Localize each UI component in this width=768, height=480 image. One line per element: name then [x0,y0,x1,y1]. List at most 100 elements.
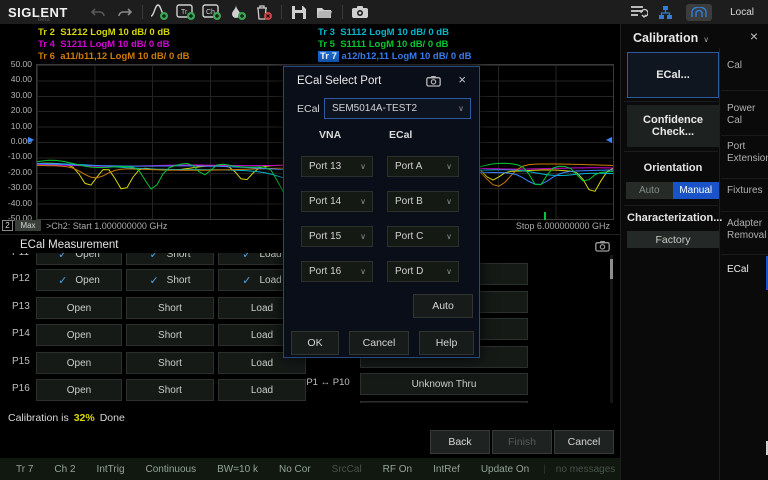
top-toolbar: SIGLENT beta Tr Ch Local [0,0,768,24]
channel-number-badge[interactable]: 2 [2,220,13,231]
ecal-column-header: ECal [389,129,413,141]
vna-port-select[interactable]: Port 13 ∨ [301,156,373,177]
unknown-thru-button[interactable]: Unknown Thru [360,373,528,395]
chevron-down-icon: ∨ [446,197,452,206]
local-mode-label[interactable]: Local [730,7,754,18]
chevron-down-icon: ∨ [446,267,452,276]
status-reference: IntRef [433,463,460,475]
check-icon: ✓ [58,253,68,261]
undo-button[interactable] [86,1,112,23]
vna-port-select[interactable]: Port 14 ∨ [301,191,373,212]
factory-select[interactable]: Factory [627,231,719,248]
legend-trace-3[interactable]: Tr 3 S1112 LogM 10 dB/ 0 dB [318,27,449,38]
status-trigger: IntTrig [96,463,125,475]
redo-icon [118,7,133,16]
y-axis-tick: 40.00 [10,74,32,85]
camera-icon [351,6,368,18]
sidebar-close-button[interactable]: × [750,28,758,44]
add-channel-button[interactable]: Ch [199,1,225,23]
redo-button[interactable] [112,1,138,23]
delete-button[interactable] [251,1,277,23]
dialog-close-button[interactable]: × [458,72,466,87]
ecal-button[interactable]: ECal... [627,52,719,98]
help-button[interactable]: Help [419,331,474,355]
network-button[interactable] [652,1,678,23]
auto-button[interactable]: Auto [413,294,473,318]
sweep-marker [544,212,546,220]
chevron-down-icon: ∨ [360,162,366,171]
legend-trace-7-active[interactable]: Tr 7 a12/b12,11 LogM 10 dB/ 0 dB [318,51,471,62]
characterization-label[interactable]: Characterization... [627,212,722,224]
sidebar-divider [624,205,718,206]
y-axis-tick: -30.00 [7,182,32,193]
section-title: ECal Measurement [20,239,119,251]
add-function-button[interactable] [147,1,173,23]
svg-text:Tr: Tr [181,9,188,16]
tab-divider [721,90,768,91]
tab-ecal-active[interactable]: ECal [727,264,767,276]
sidebar-divider-vertical [719,48,720,480]
ecal-port-select[interactable]: Port B ∨ [387,191,459,212]
table-scrollbar[interactable] [610,255,613,403]
status-bandwidth: BW=10 k [217,463,258,475]
ecal-port-select[interactable]: Port D ∨ [387,261,459,282]
y-axis-tick: 10.00 [10,120,32,131]
open-file-button[interactable] [312,1,338,23]
stop-frequency-label: Stop 6.000000000 GHz [515,221,610,231]
save-button[interactable] [286,1,312,23]
ecal-field-label: ECal [297,103,320,115]
add-marker-button[interactable] [225,1,251,23]
tab-cal[interactable]: Cal [727,60,767,72]
tab-divider [721,135,768,136]
tab-power-cal[interactable]: Power Cal [727,103,767,127]
finish-button[interactable]: Finish [492,430,552,454]
y-axis-tick: -10.00 [7,151,32,162]
ecal-port-select[interactable]: Port C ∨ [387,226,459,247]
tab-port-extension[interactable]: Port Extension [727,141,768,165]
status-update: Update On [480,463,530,475]
legend-trace-2[interactable]: Tr 2 S1212 LogM 10 dB/ 0 dB [38,27,170,38]
tab-fixtures[interactable]: Fixtures [727,185,767,197]
chevron-down-icon: ∨ [446,232,452,241]
ecal-module-select[interactable]: SEM5014A-TEST2 ∨ [324,98,471,119]
dialog-cancel-button[interactable]: Cancel [349,331,409,355]
tab-adapter-removal[interactable]: Adapter Removal [727,218,767,242]
orientation-auto-option[interactable]: Auto [626,182,673,199]
cancel-button[interactable]: Cancel [554,430,614,454]
channel-max-badge[interactable]: Max [15,220,41,231]
y-axis-ticks: 50.00 40.00 30.00 20.00 10.00 0.000 -10.00 -20.… [0,59,32,224]
screenshot-button[interactable] [347,1,373,23]
legend-trace-6[interactable]: Tr 6 a11/b11,12 LogM 10 dB/ 0 dB [38,51,190,62]
scrollbar-thumb[interactable] [610,259,613,279]
ok-button[interactable]: OK [291,331,339,355]
back-button[interactable]: Back [430,430,490,454]
trash-delete-icon [257,4,273,20]
sequence-button[interactable] [626,1,652,23]
chevron-down-icon: ∨ [703,35,710,44]
toolbar-divider [341,5,343,19]
check-icon: ✓ [149,253,159,261]
add-trace-button[interactable]: Tr [173,1,199,23]
orientation-label: Orientation [643,162,703,174]
ref-level-marker-left: ▶ [28,135,35,144]
y-axis-tick: -20.00 [7,166,32,177]
orientation-manual-option[interactable]: Manual [672,182,719,199]
start-frequency-label: >Ch2: Start 1.000000000 GHz [46,221,168,231]
legend-trace-4[interactable]: Tr 4 S1211 LogM 10 dB/ 0 dB [38,39,169,50]
section-camera-icon[interactable] [595,240,610,252]
vna-port-select[interactable]: Port 15 ∨ [301,226,373,247]
sidebar-title[interactable]: Calibration ∨ [633,31,709,45]
dialog-camera-icon[interactable] [426,75,441,87]
thru-button[interactable] [360,401,528,403]
legend-trace-5[interactable]: Tr 5 S1111 LogM 10 dB/ 0 dB [318,39,448,50]
vna-port-select[interactable]: Port 16 ∨ [301,261,373,282]
port-label: P11 [12,253,29,258]
thru-row [0,401,606,403]
touchscreen-toggle[interactable] [686,3,713,21]
confidence-check-button[interactable]: Confidence Check... [627,105,719,147]
undo-icon [91,7,106,16]
status-trace: Tr 7 [16,463,34,475]
ecal-port-select[interactable]: Port A ∨ [387,156,459,177]
chevron-down-icon: ∨ [446,162,452,171]
save-icon [291,5,306,19]
